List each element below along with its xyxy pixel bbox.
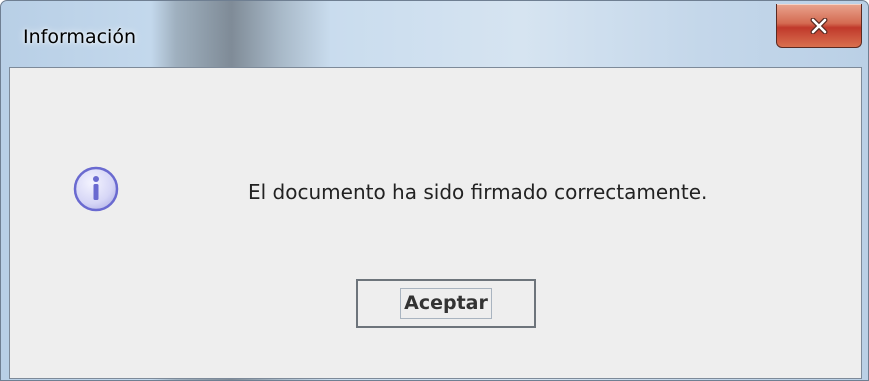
accept-button[interactable]: Aceptar xyxy=(356,279,536,328)
dialog-content: El documento ha sido firmado correctamen… xyxy=(9,67,862,379)
close-icon xyxy=(809,17,829,34)
window-title: Información xyxy=(23,26,136,48)
close-button[interactable] xyxy=(776,4,862,48)
dialog-message: El documento ha sido firmado correctamen… xyxy=(248,180,708,204)
accept-button-label: Aceptar xyxy=(400,288,492,319)
info-icon xyxy=(73,166,119,212)
title-bar[interactable]: Información xyxy=(1,1,868,67)
dialog-window: Información El documento ha sido firmado… xyxy=(0,0,869,381)
